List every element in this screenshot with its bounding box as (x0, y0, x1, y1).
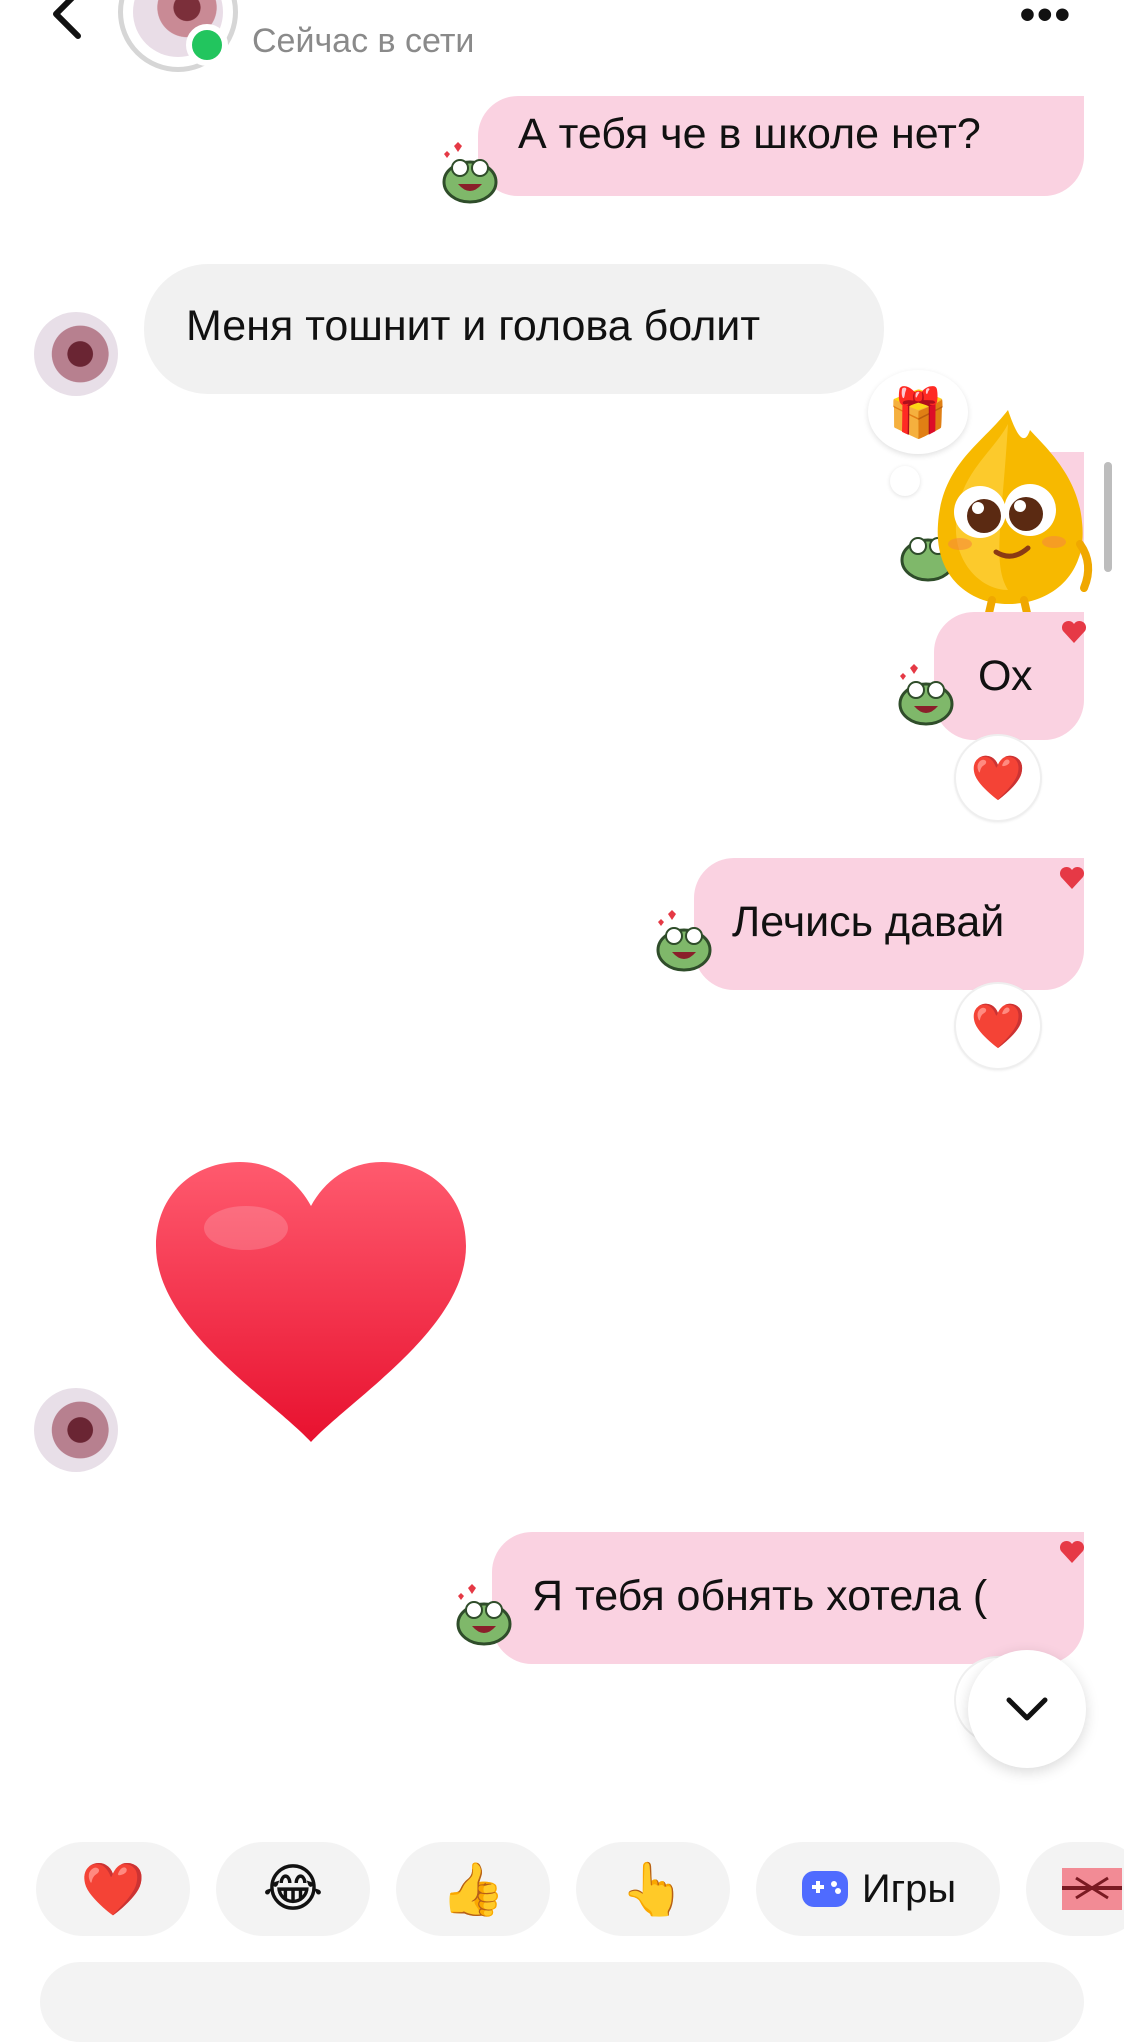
gift-button[interactable] (1026, 1842, 1124, 1936)
reaction-badge[interactable]: ❤️ (954, 734, 1042, 822)
message-bubble-outgoing[interactable]: Лечись давай (694, 858, 1084, 990)
frog-sticker-icon (456, 1584, 512, 1646)
frog-sticker-icon (898, 664, 954, 726)
heart-reaction-icon: ❤️ (970, 1002, 1026, 1051)
message-text: Меня тошнит и голова болит (186, 302, 761, 350)
quick-reaction-point-up[interactable]: 👆 (576, 1842, 730, 1936)
games-label: Игры (861, 1866, 957, 1911)
frog-sticker-icon (656, 910, 712, 972)
message-text: Лечись давай (732, 898, 1005, 946)
online-status: Сейчас в сети (252, 22, 475, 60)
frog-sticker-icon (442, 142, 498, 204)
scrollbar[interactable] (1104, 462, 1112, 572)
message-text: Ох (978, 652, 1033, 700)
heart-emoji-icon: ❤️ (80, 1860, 146, 1919)
heart-corner-icon (1061, 620, 1087, 643)
pointing-up-emoji-icon: 👆 (620, 1860, 686, 1919)
back-chevron-icon[interactable] (40, 0, 100, 46)
message-bubble-incoming[interactable]: Меня тошнит и голова болит (144, 264, 884, 394)
message-bubble-outgoing[interactable]: А тебя че в школе нет? (478, 96, 1084, 196)
thumbs-up-emoji-icon: 👍 (440, 1860, 506, 1919)
big-heart-emoji[interactable] (150, 1158, 472, 1444)
message-bubble-outgoing[interactable]: Я тебя обнять хотела ( (492, 1532, 1084, 1664)
laughing-emoji-icon: 😂 (262, 1860, 324, 1918)
quick-reaction-laugh[interactable]: 😂 (216, 1842, 370, 1936)
heart-corner-icon (1059, 866, 1085, 889)
chevron-down-icon (1006, 1697, 1048, 1721)
reaction-badge[interactable]: ❤️ (954, 982, 1042, 1070)
message-input-bar[interactable] (40, 1962, 1084, 2042)
gamepad-icon (801, 1871, 848, 1907)
gift-icon (1062, 1868, 1122, 1910)
yellow-flame-character-sticker[interactable] (912, 404, 1104, 634)
message-text: А тебя че в школе нет? (518, 110, 981, 158)
heart-reaction-icon: ❤️ (970, 754, 1026, 803)
contact-avatar-small[interactable] (34, 1388, 118, 1472)
quick-reaction-heart[interactable]: ❤️ (36, 1842, 190, 1936)
quick-reaction-thumbs-up[interactable]: 👍 (396, 1842, 550, 1936)
more-dots-icon[interactable]: ••• (1020, 0, 1072, 37)
online-indicator (186, 24, 228, 66)
contact-avatar-small[interactable] (34, 312, 118, 396)
heart-corner-icon (1059, 1540, 1085, 1563)
scroll-to-bottom-button[interactable] (968, 1650, 1086, 1768)
games-button[interactable]: Игры (756, 1842, 1000, 1936)
message-text: Я тебя обнять хотела ( (532, 1572, 988, 1620)
